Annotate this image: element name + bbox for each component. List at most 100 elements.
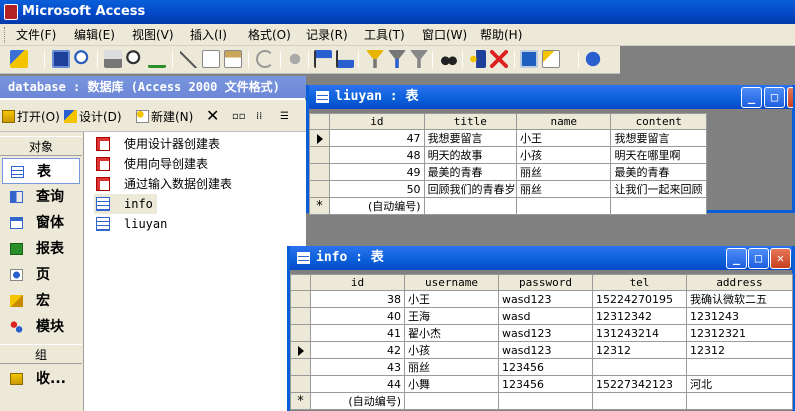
cell-tel[interactable] [592, 358, 687, 376]
cell-address[interactable] [686, 358, 793, 376]
paste-icon[interactable] [224, 50, 242, 68]
spelling-icon[interactable] [148, 50, 166, 68]
cell-name[interactable]: 小王 [516, 129, 612, 147]
cell-id[interactable]: 42 [310, 341, 405, 359]
find-icon[interactable] [440, 50, 458, 68]
list-view-button[interactable]: ☰ [280, 108, 289, 126]
cell-tel[interactable] [592, 392, 687, 410]
cell-id[interactable]: 47 [329, 129, 425, 147]
new-record-selector[interactable]: * [290, 392, 311, 410]
select-all-cell[interactable] [308, 113, 331, 130]
cell-username[interactable]: 丽丝 [404, 358, 499, 376]
column-header-id[interactable]: id [310, 274, 405, 291]
cell-name[interactable] [516, 197, 612, 215]
cell-title[interactable]: 明天的故事 [423, 146, 518, 164]
cell-password[interactable]: 123456 [498, 358, 593, 376]
maximize-button[interactable]: □ [748, 248, 769, 269]
close-button[interactable] [787, 87, 793, 108]
object-queries[interactable]: 查询 [2, 184, 80, 210]
cell-password[interactable] [498, 392, 593, 410]
cell-password[interactable]: wasd123 [498, 290, 593, 308]
cell-content[interactable]: 我想要留言 [610, 129, 707, 147]
cell-title[interactable]: 最美的青春 [423, 163, 518, 181]
record-selector[interactable] [290, 358, 311, 376]
cell-id[interactable]: 43 [310, 358, 405, 376]
cell-content[interactable] [610, 197, 707, 215]
cell-name[interactable]: 小孩 [516, 146, 612, 164]
sort-desc-icon[interactable] [336, 50, 354, 68]
record-selector[interactable] [308, 129, 331, 147]
menu-grip[interactable] [4, 27, 7, 43]
cell-id-autonumber[interactable]: (自动编号) [310, 392, 405, 410]
filter-form-icon[interactable] [388, 50, 406, 68]
menu-help[interactable]: 帮助(H) [476, 24, 526, 46]
cell-username[interactable]: 小舞 [404, 375, 499, 393]
cell-name[interactable]: 丽丝 [516, 163, 612, 181]
record-selector[interactable] [308, 180, 331, 198]
cell-title[interactable]: 我想要留言 [423, 129, 518, 147]
object-pages[interactable]: 页 [2, 262, 80, 288]
record-selector[interactable] [290, 307, 311, 325]
record-selector[interactable] [308, 146, 331, 164]
access-key-icon[interactable] [4, 4, 18, 20]
object-macros[interactable]: 宏 [2, 288, 80, 314]
objects-header[interactable]: 对象 [0, 136, 82, 156]
cell-username[interactable]: 小孩 [404, 341, 499, 359]
save-icon[interactable] [52, 50, 70, 68]
cell-id[interactable]: 40 [310, 307, 405, 325]
column-header-title[interactable]: title [423, 113, 518, 130]
group-favorites[interactable]: 收... [2, 366, 80, 392]
minimize-button[interactable]: _ [726, 248, 747, 269]
new-object-icon[interactable] [542, 50, 560, 68]
undo-icon[interactable] [256, 50, 274, 68]
column-header-content[interactable]: content [610, 113, 707, 130]
search-icon[interactable] [74, 50, 92, 68]
menu-window[interactable]: 窗口(W) [418, 24, 471, 46]
cell-id[interactable]: 44 [310, 375, 405, 393]
list-item-table-info[interactable]: info [94, 194, 157, 214]
menu-tools[interactable]: 工具(T) [360, 24, 409, 46]
cell-password[interactable]: 123456 [498, 375, 593, 393]
record-selector[interactable] [290, 290, 311, 308]
column-header-name[interactable]: name [516, 113, 612, 130]
menu-records[interactable]: 记录(R) [302, 24, 352, 46]
menu-view[interactable]: 视图(V) [128, 24, 178, 46]
open-button[interactable]: 打开(O) [2, 108, 60, 126]
new-record-selector[interactable]: * [308, 197, 331, 215]
close-button[interactable]: ✕ [770, 248, 791, 269]
cell-password[interactable]: wasd123 [498, 324, 593, 342]
object-tables[interactable]: 表 [2, 158, 80, 184]
cell-id-autonumber[interactable]: (自动编号) [329, 197, 425, 215]
cell-title[interactable]: 回顾我们的青春岁 [423, 180, 518, 198]
cell-address[interactable]: 1231243 [686, 307, 793, 325]
filter-selection-icon[interactable] [366, 50, 384, 68]
delete-record-icon[interactable] [490, 50, 508, 68]
cell-content[interactable]: 最美的青春 [610, 163, 707, 181]
help-icon[interactable] [584, 50, 602, 68]
view-icon[interactable] [10, 50, 28, 68]
record-selector[interactable] [290, 341, 311, 359]
cell-tel[interactable]: 15227342123 [592, 375, 687, 393]
column-header-username[interactable]: username [404, 274, 499, 291]
maximize-button[interactable]: □ [764, 87, 785, 108]
cell-address[interactable] [686, 392, 793, 410]
column-header-id[interactable]: id [329, 113, 425, 130]
small-icons-button[interactable]: ⁞⁞ [256, 108, 262, 126]
cell-password[interactable]: wasd [498, 307, 593, 325]
liuyan-window-title-bar[interactable]: liuyan : 表 _ □ [309, 85, 793, 109]
list-item-create-data-entry[interactable]: 通过输入数据创建表 [94, 174, 232, 194]
object-reports[interactable]: 报表 [2, 236, 80, 262]
print-preview-icon[interactable] [126, 50, 144, 68]
cell-username[interactable] [404, 392, 499, 410]
database-window-title[interactable]: database : 数据库 (Access 2000 文件格式) [0, 76, 306, 98]
cell-tel[interactable]: 131243214 [592, 324, 687, 342]
column-header-address[interactable]: address [686, 274, 793, 291]
cell-username[interactable]: 翟小杰 [404, 324, 499, 342]
print-icon[interactable] [104, 50, 122, 68]
list-item-table-liuyan[interactable]: liuyan [94, 214, 167, 234]
cell-tel[interactable]: 15224270195 [592, 290, 687, 308]
menu-edit[interactable]: 编辑(E) [70, 24, 119, 46]
cell-address[interactable]: 12312 [686, 341, 793, 359]
record-selector[interactable] [308, 163, 331, 181]
cell-id[interactable]: 48 [329, 146, 425, 164]
